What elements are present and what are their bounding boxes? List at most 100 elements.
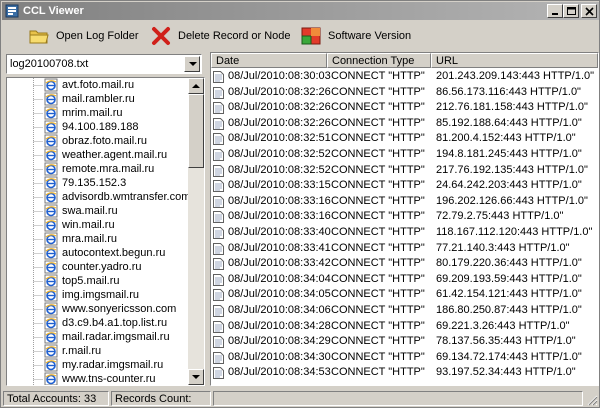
document-icon [213,211,224,224]
tree-item[interactable]: mail.rambler.ru [7,92,189,106]
cell-date: 08/Jul/2010:08:32:26 [228,85,331,98]
tree-branch-line [33,309,43,310]
cell-date: 08/Jul/2010:08:33:42 [228,257,331,270]
document-icon [213,273,224,286]
table-row[interactable]: 08/Jul/2010:08:32:52 CONNECT "HTTP" 194.8.… [211,147,598,163]
table-row[interactable]: 08/Jul/2010:08:34:28 CONNECT "HTTP" 69.221… [211,319,598,335]
tree-item[interactable]: 79.135.152.3 [7,176,189,190]
tree-item-label: www.sonyericsson.com [62,303,177,315]
table-row[interactable]: 08/Jul/2010:08:34:30 CONNECT "HTTP" 69.134… [211,350,598,366]
table-row[interactable]: 08/Jul/2010:08:33:16 CONNECT "HTTP" 72.79.… [211,209,598,225]
log-file-select[interactable]: log20100708.txt [6,54,202,74]
tree-branch-line [33,127,43,128]
table-row[interactable]: 08/Jul/2010:08:30:03 CONNECT "HTTP" 201.24… [211,69,598,85]
resize-grip-icon[interactable] [586,394,598,406]
window-title: CCL Viewer [23,5,84,17]
tree-item[interactable]: mrim.mail.ru [7,106,189,120]
minimize-icon [552,13,558,15]
document-icon [213,289,224,302]
tree-item-label: 79.135.152.3 [62,177,127,189]
tree-item[interactable]: avt.foto.mail.ru [7,78,189,92]
dropdown-button[interactable] [184,56,200,72]
cell-date: 08/Jul/2010:08:34:05 [228,288,331,301]
cell-date: 08/Jul/2010:08:30:03 [228,70,331,82]
tree-item[interactable]: www.tns-counter.ru [7,372,189,385]
cell-url: 212.76.181.158:443 HTTP/1.0" [436,101,588,114]
tree-item[interactable]: r.mail.ru [7,344,189,358]
table-row[interactable]: 08/Jul/2010:08:32:26 CONNECT "HTTP" 212.76… [211,100,598,116]
table-row[interactable]: 08/Jul/2010:08:33:41 CONNECT "HTTP" 77.21.… [211,241,598,257]
column-header-connection-type[interactable]: Connection Type [327,53,431,68]
cell-date: 08/Jul/2010:08:32:52 [228,147,331,160]
tree-item[interactable]: counter.yadro.ru [7,260,189,274]
total-accounts-status: Total Accounts: 33 [3,391,109,406]
tree-item-label: obraz.foto.mail.ru [62,135,147,147]
ie-globe-icon [44,148,58,162]
ie-globe-icon [44,288,58,302]
cell-connection-type: CONNECT "HTTP" [331,366,425,379]
document-icon [213,148,224,161]
close-button[interactable] [581,4,597,18]
tree-item[interactable]: 94.100.189.188 [7,120,189,134]
cell-url: 24.64.242.203:443 HTTP/1.0" [436,179,582,192]
tree-item-label: weather.agent.mail.ru [62,149,168,161]
accounts-tree[interactable]: avt.foto.mail.ru mail.rambler.ru mrim.mail… [6,77,205,386]
table-row[interactable]: 08/Jul/2010:08:33:16 CONNECT "HTTP" 196.20… [211,194,598,210]
document-icon [213,86,224,99]
table-header: Date Connection Type URL [211,53,598,68]
tree-item-label: remote.mra.mail.ru [62,163,155,175]
records-table[interactable]: Date Connection Type URL 08/Jul/2010:08:… [210,52,599,386]
table-row[interactable]: 08/Jul/2010:08:32:51 CONNECT "HTTP" 81.200… [211,131,598,147]
tree-item[interactable]: weather.agent.mail.ru [7,148,189,162]
tree-item[interactable]: obraz.foto.mail.ru [7,134,189,148]
tree-item[interactable]: mail.radar.imgsmail.ru [7,330,189,344]
table-row[interactable]: 08/Jul/2010:08:33:42 CONNECT "HTTP" 80.179… [211,256,598,272]
table-row[interactable]: 08/Jul/2010:08:34:05 CONNECT "HTTP" 61.42.… [211,287,598,303]
table-row[interactable]: 08/Jul/2010:08:33:15 CONNECT "HTTP" 24.64.… [211,178,598,194]
column-header-url[interactable]: URL [431,53,598,68]
tree-item-label: top5.mail.ru [62,275,120,287]
toolbar: Open Log Folder Delete Record or Node So… [2,21,599,51]
table-row[interactable]: 08/Jul/2010:08:34:29 CONNECT "HTTP" 78.137… [211,334,598,350]
table-row[interactable]: 08/Jul/2010:08:32:52 CONNECT "HTTP" 217.76… [211,163,598,179]
cell-url: 118.167.112.120:443 HTTP/1.0" [436,225,593,238]
tree-item[interactable]: mra.mail.ru [7,232,189,246]
open-log-folder-button[interactable]: Open Log Folder [28,23,139,49]
minimize-button[interactable] [547,4,563,18]
scroll-thumb[interactable] [188,94,204,168]
table-row[interactable]: 08/Jul/2010:08:32:26 CONNECT "HTTP" 85.192… [211,116,598,132]
tree-item[interactable]: remote.mra.mail.ru [7,162,189,176]
tree-item-label: 94.100.189.188 [62,121,139,133]
tree-item[interactable]: img.imgsmail.ru [7,288,189,302]
tree-item[interactable]: www.sonyericsson.com [7,302,189,316]
tree-item[interactable]: win.mail.ru [7,218,189,232]
table-row[interactable]: 08/Jul/2010:08:34:06 CONNECT "HTTP" 186.80… [211,303,598,319]
software-version-button[interactable]: Software Version [300,23,411,49]
table-row[interactable]: 08/Jul/2010:08:34:04 CONNECT "HTTP" 69.209… [211,272,598,288]
table-row[interactable]: 08/Jul/2010:08:33:40 CONNECT "HTTP" 118.16… [211,225,598,241]
tree-item[interactable]: advisordb.wmtransfer.com [7,190,190,204]
scroll-up-button[interactable] [188,78,204,94]
tree-item[interactable]: d3.c9.b4.a1.top.list.ru [7,316,189,330]
table-row[interactable]: 08/Jul/2010:08:32:26 CONNECT "HTTP" 86.56.… [211,85,598,101]
tree-branch-line [33,379,43,380]
cell-date: 08/Jul/2010:08:32:52 [228,163,331,176]
tree-item[interactable]: my.radar.imgsmail.ru [7,358,189,372]
tree-scrollbar[interactable] [188,78,204,385]
column-header-date[interactable]: Date [211,53,327,68]
maximize-button[interactable] [563,4,579,18]
tree-item[interactable]: autocontext.begun.ru [7,246,189,260]
title-bar[interactable]: CCL Viewer [2,2,599,20]
scroll-down-button[interactable] [188,369,204,385]
tree-item[interactable]: top5.mail.ru [7,274,189,288]
cell-url: 201.243.209.143:443 HTTP/1.0" [436,70,595,82]
delete-record-button[interactable]: Delete Record or Node [150,23,291,49]
ie-globe-icon [44,78,58,92]
cell-connection-type: CONNECT "HTTP" [331,85,425,98]
cell-connection-type: CONNECT "HTTP" [331,350,425,363]
cell-url: 93.197.52.34:443 HTTP/1.0" [436,366,576,379]
table-row[interactable]: 08/Jul/2010:08:34:53 CONNECT "HTTP" 93.197… [211,365,598,381]
version-box-icon [300,25,322,47]
cell-date: 08/Jul/2010:08:33:16 [228,194,331,207]
tree-item[interactable]: swa.mail.ru [7,204,189,218]
